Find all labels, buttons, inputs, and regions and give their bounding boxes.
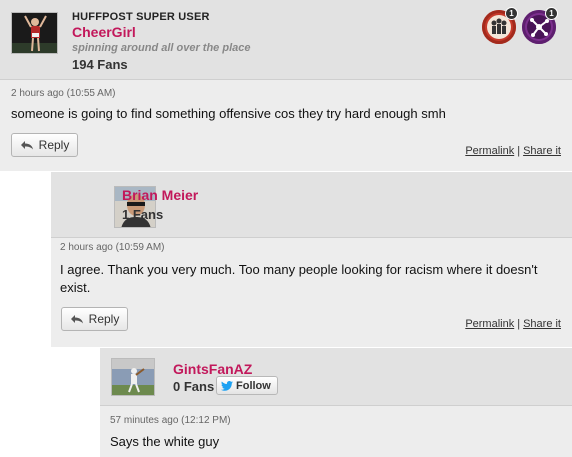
twitter-bird-icon xyxy=(221,380,233,391)
comment-text: I agree. Thank you very much. Too many p… xyxy=(60,262,538,295)
separator: | xyxy=(517,145,521,157)
comment-text: someone is going to find something offen… xyxy=(11,106,446,121)
badge-group: 1 1 xyxy=(482,7,558,44)
comment-timestamp: 2 hours ago (10:55 AM) xyxy=(11,88,116,99)
fan-count: 0 Fans xyxy=(173,379,215,394)
reply-button[interactable]: Reply xyxy=(61,307,128,331)
twitter-follow-button[interactable]: Follow xyxy=(216,376,278,395)
reply-arrow-icon xyxy=(70,315,83,324)
reply-button[interactable]: Reply xyxy=(11,133,78,157)
follow-label: Follow xyxy=(236,379,271,392)
networker-badge-icon[interactable]: 1 xyxy=(522,7,558,44)
comment-actions: Permalink | Share it xyxy=(465,318,561,330)
comment-text: Says the white guy xyxy=(110,434,220,449)
fan-count: 194 Fans xyxy=(72,57,128,72)
username-link[interactable]: GintsFanAZ xyxy=(173,361,252,377)
avatar[interactable] xyxy=(111,358,155,396)
comment-timestamp: 2 hours ago (10:59 AM) xyxy=(60,242,165,253)
comment-header: HUFFPOST SUPER USER CheerGirl spinning a… xyxy=(0,0,572,80)
user-tagline: spinning around all over the place xyxy=(72,42,251,54)
avatar[interactable] xyxy=(11,12,58,54)
reply-arrow-icon xyxy=(20,141,33,150)
reply-label: Reply xyxy=(88,312,120,326)
separator: | xyxy=(517,318,521,330)
comment-gintsfanaz: GintsFanAZ 0 Fans Follow 57 minutes ago … xyxy=(100,348,572,457)
comment-brian-meier: Brian Meier 1 Fans 2 hours ago (10:59 AM… xyxy=(51,172,572,347)
username-link[interactable]: Brian Meier xyxy=(122,187,198,203)
badge-count: 1 xyxy=(505,7,518,20)
comment-timestamp: 57 minutes ago (12:12 PM) xyxy=(110,415,231,426)
comment-actions: Permalink | Share it xyxy=(465,145,561,157)
comment-header: GintsFanAZ 0 Fans Follow xyxy=(100,348,572,406)
reply-label: Reply xyxy=(38,138,70,152)
permalink-link[interactable]: Permalink xyxy=(465,145,514,157)
share-link[interactable]: Share it xyxy=(523,318,561,330)
comment-header: Brian Meier 1 Fans xyxy=(51,172,572,238)
superuser-label: HUFFPOST SUPER USER xyxy=(72,11,210,23)
badge-count: 1 xyxy=(545,7,558,20)
fan-count: 1 Fans xyxy=(122,207,164,222)
permalink-link[interactable]: Permalink xyxy=(465,318,514,330)
community-badge-icon[interactable]: 1 xyxy=(482,7,518,44)
username-link[interactable]: CheerGirl xyxy=(72,24,136,40)
share-link[interactable]: Share it xyxy=(523,145,561,157)
comment-cheergirl: HUFFPOST SUPER USER CheerGirl spinning a… xyxy=(0,0,572,171)
